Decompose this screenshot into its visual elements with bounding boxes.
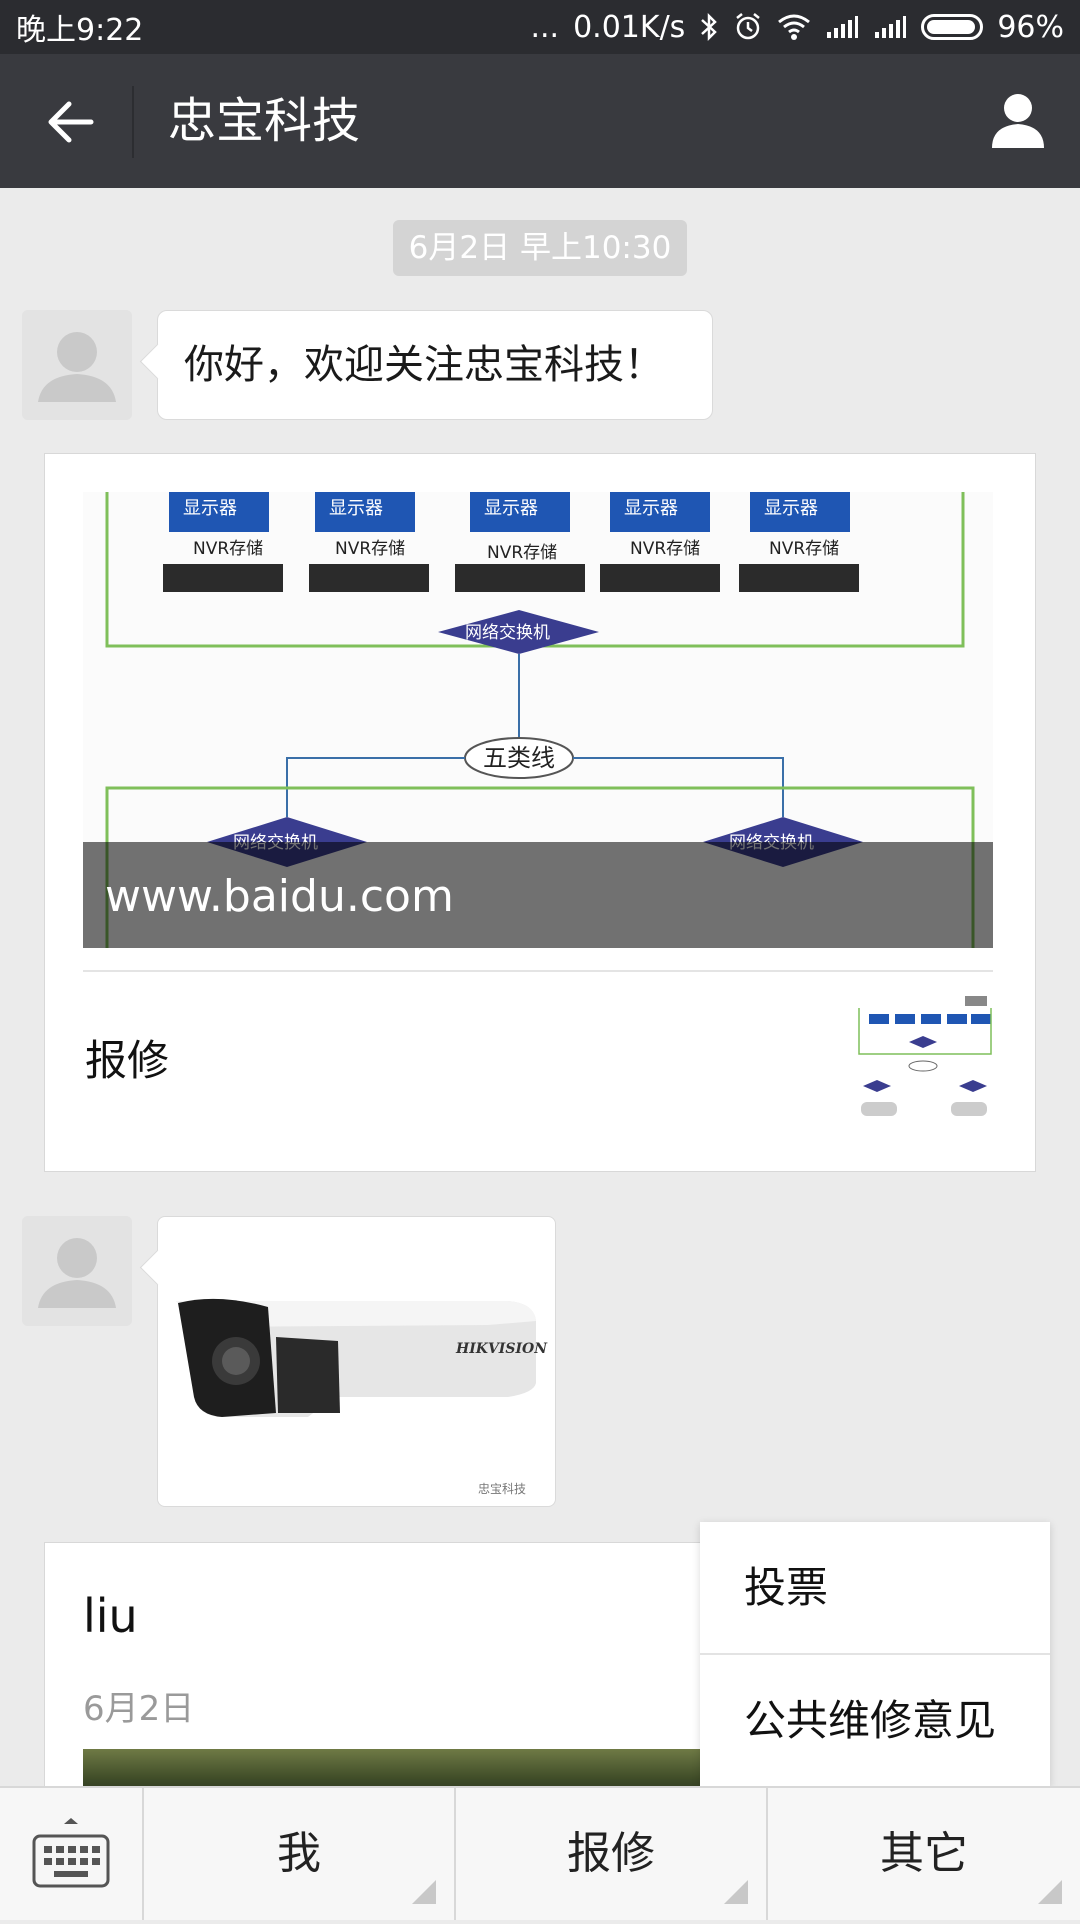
status-bar: 晚上9:22 ... 0.01K/s 96%: [0, 0, 1080, 54]
diagram-nvr-label: NVR存储: [193, 539, 263, 559]
default-avatar-icon: [22, 1216, 132, 1326]
news-card-title: 报修: [85, 1036, 170, 1085]
diagram-monitor-label: 显示器: [183, 498, 237, 519]
news-card-thumbnail: [855, 994, 995, 1130]
diagram-nvr-label: NVR存储: [630, 539, 700, 559]
message-text: 你好，欢迎关注忠宝科技！: [184, 342, 664, 388]
back-arrow-icon: [48, 101, 94, 143]
status-time: 晚上9:22: [16, 13, 144, 48]
avatar[interactable]: [22, 1216, 132, 1326]
submenu-popup: 投票 公共维修意见: [700, 1522, 1050, 1786]
diagram-cable-label: 五类线: [483, 744, 555, 772]
default-avatar-icon: [22, 310, 132, 420]
back-button[interactable]: [40, 92, 100, 152]
image-message-bubble[interactable]: HIKVISION 忠宝科技: [157, 1216, 556, 1507]
menu-button-me[interactable]: 我: [144, 1788, 454, 1920]
network-diagram-image: 显示器 显示器 显示器 显示器 显示器 NVR存储 NVR存储 NVR存储 NV…: [83, 492, 993, 948]
image-caption: www.baidu.com: [105, 871, 454, 922]
news-card[interactable]: 显示器 显示器 显示器 显示器 显示器 NVR存储 NVR存储 NVR存储 NV…: [44, 453, 1036, 1172]
diagram-monitor-label: 显示器: [329, 498, 383, 519]
diagram-nvr-label: NVR存储: [769, 539, 839, 559]
menu-button-label: 其它: [880, 1828, 968, 1879]
menu-button-label: 报修: [567, 1828, 655, 1879]
card-divider: [83, 970, 993, 972]
diagram-switch-label: 网络交换机: [465, 623, 550, 643]
profile-button[interactable]: [986, 88, 1050, 152]
diagram-nvr-label: NVR存储: [487, 543, 557, 563]
menu-item-vote[interactable]: 投票: [700, 1522, 1050, 1653]
wifi-icon: [777, 13, 811, 41]
camera-image: HIKVISION 忠宝科技: [158, 1217, 555, 1506]
image-caption-bar: www.baidu.com: [83, 842, 993, 948]
diagram-monitor-label: 显示器: [624, 498, 678, 519]
battery-percent: 96%: [997, 9, 1064, 45]
page-title: 忠宝科技: [168, 93, 361, 149]
signal-icon: [873, 14, 907, 40]
bluetooth-icon: [699, 12, 719, 42]
status-dots: ...: [530, 9, 560, 45]
keyboard-toggle-button[interactable]: [0, 1788, 142, 1920]
avatar[interactable]: [22, 310, 132, 420]
alarm-icon: [733, 12, 763, 42]
bottom-menu-bar: 我 报修 其它: [0, 1786, 1080, 1920]
signal-icon: [825, 14, 859, 40]
status-speed: 0.01K/s: [573, 9, 686, 45]
status-right: ... 0.01K/s 96%: [530, 10, 1064, 45]
thumbnail-diagram: [855, 994, 995, 1130]
diagram-nvr-label: NVR存储: [335, 539, 405, 559]
menu-button-repair[interactable]: 报修: [456, 1788, 766, 1920]
title-divider: [132, 86, 134, 158]
keyboard-icon: [32, 1818, 110, 1888]
diagram-monitor-label: 显示器: [484, 498, 538, 519]
menu-item-public-repair-feedback[interactable]: 公共维修意见: [700, 1655, 1050, 1786]
menu-button-label: 我: [277, 1828, 321, 1879]
menu-button-other[interactable]: 其它: [768, 1788, 1080, 1920]
person-icon: [992, 94, 1044, 148]
battery-icon: [921, 14, 984, 40]
diagram-monitor-label: 显示器: [764, 498, 818, 519]
article-title: liu: [83, 1589, 138, 1643]
chat-timestamp: 6月2日 早上10:30: [393, 220, 687, 276]
submenu-indicator-icon: [1038, 1880, 1062, 1904]
submenu-indicator-icon: [412, 1880, 436, 1904]
title-bar: 忠宝科技: [0, 54, 1080, 188]
article-date: 6月2日: [83, 1689, 195, 1729]
camera-brand-text: HIKVISION: [455, 1341, 548, 1357]
image-watermark: 忠宝科技: [478, 1482, 526, 1496]
submenu-indicator-icon: [724, 1880, 748, 1904]
text-message-bubble[interactable]: 你好，欢迎关注忠宝科技！: [157, 310, 713, 420]
